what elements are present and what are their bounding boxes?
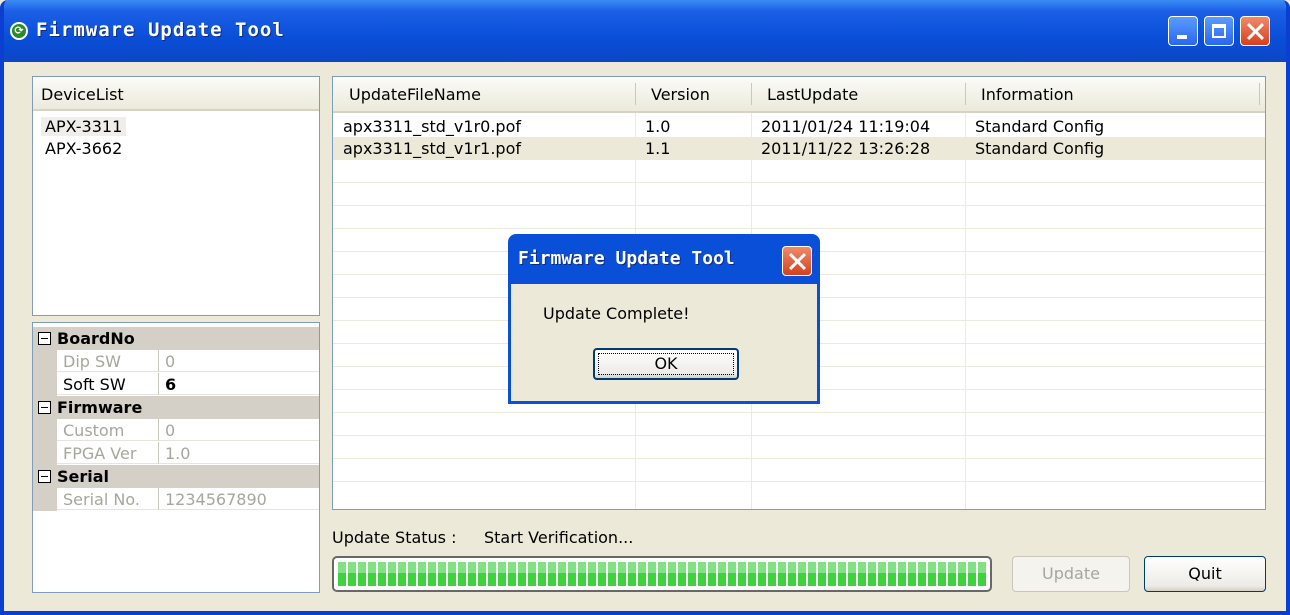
soft-sw-value[interactable]: 6 (158, 373, 319, 395)
collapse-icon[interactable] (38, 401, 51, 414)
collapse-icon[interactable] (38, 332, 51, 345)
maximize-button[interactable] (1204, 16, 1234, 46)
column-header-filename[interactable]: UpdateFileName (349, 85, 481, 104)
close-button[interactable] (1240, 16, 1270, 46)
maximize-icon (1212, 24, 1226, 38)
property-row-fpga-ver: FPGA Ver 1.0 (33, 442, 319, 465)
minimize-icon (1177, 35, 1187, 39)
update-complete-dialog: Firmware Update Tool Update Complete! OK (508, 234, 820, 404)
file-row[interactable]: apx3311_std_v1r1.pof 1.1 2011/11/22 13:2… (333, 137, 1265, 160)
column-header-information[interactable]: Information (981, 85, 1074, 104)
dialog-message: Update Complete! (543, 304, 690, 323)
collapse-icon[interactable] (38, 470, 51, 483)
property-row-custom: Custom 0 (33, 419, 319, 442)
device-list[interactable]: DeviceList APX-3311 APX-3662 (32, 76, 320, 316)
file-row[interactable]: apx3311_std_v1r0.pof 1.0 2011/01/24 11:1… (333, 115, 1265, 138)
category-firmware[interactable]: Firmware (33, 396, 319, 419)
update-progress-bar (332, 556, 992, 592)
dialog-close-button[interactable] (782, 246, 812, 276)
dialog-title: Firmware Update Tool (518, 248, 735, 269)
property-row-soft-sw[interactable]: Soft SW 6 (33, 373, 319, 396)
app-refresh-icon: ⟳ (10, 22, 28, 40)
column-header-lastupdate[interactable]: LastUpdate (767, 85, 858, 104)
ok-button[interactable]: OK (593, 348, 739, 380)
column-header-version[interactable]: Version (651, 85, 710, 104)
file-list-header: UpdateFileName Version LastUpdate Inform… (333, 77, 1265, 113)
device-list-header-label: DeviceList (41, 85, 124, 104)
dialog-body: Update Complete! OK (511, 284, 817, 401)
quit-button[interactable]: Quit (1144, 556, 1266, 592)
window-title: Firmware Update Tool (36, 19, 285, 41)
category-serial[interactable]: Serial (33, 465, 319, 488)
device-list-header[interactable]: DeviceList (33, 77, 319, 111)
property-row-serial-no: Serial No. 1234567890 (33, 488, 319, 511)
device-item-apx-3311[interactable]: APX-3311 (41, 117, 127, 136)
minimize-button[interactable] (1168, 16, 1198, 46)
device-item-apx-3662[interactable]: APX-3662 (41, 139, 126, 158)
progress-fill (338, 562, 986, 586)
update-status-label: Update Status : (332, 528, 457, 547)
property-grid: BoardNo Dip SW 0 Soft SW 6 Firmware Custom… (32, 322, 320, 593)
title-bar[interactable]: ⟳ Firmware Update Tool (4, 0, 1286, 62)
property-row-dip-sw: Dip SW 0 (33, 350, 319, 373)
update-status-value: Start Verification... (484, 528, 634, 547)
update-button[interactable]: Update (1012, 556, 1130, 592)
category-boardno[interactable]: BoardNo (33, 327, 319, 350)
